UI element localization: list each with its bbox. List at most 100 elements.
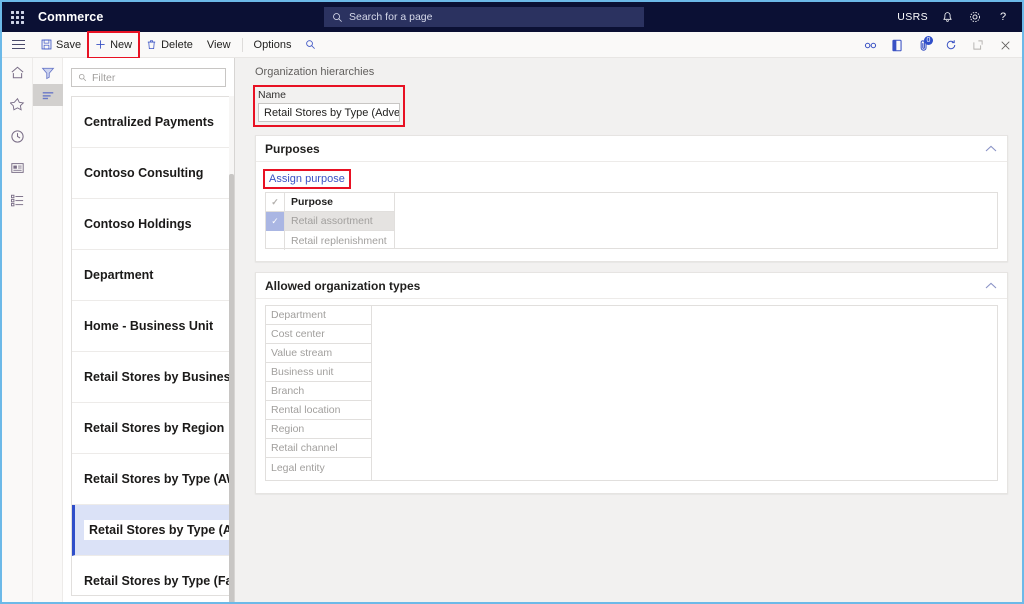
link-icon[interactable] [857,32,883,58]
allowed-types-empty-area [371,306,997,480]
command-bar-divider [241,37,243,52]
command-bar-right-actions: 0 [857,32,1018,58]
star-icon[interactable] [5,94,29,114]
modules-list-icon[interactable] [5,190,29,210]
global-search-input[interactable]: Search for a page [324,7,644,27]
search-icon [78,73,87,82]
options-button[interactable]: Options [247,32,299,58]
allowed-type-row[interactable]: Business unit [266,363,371,382]
command-bar: Save New Delete View Options 0 [2,30,1022,59]
allowed-type-row[interactable]: Cost center [266,325,371,344]
workspaces-icon[interactable] [5,158,29,178]
purposes-grid-row[interactable]: Retail replenishment [266,231,394,250]
attachments-count-badge: 0 [924,36,933,45]
purposes-section-body: Assign purpose ✓ Purpose ✓ Retail assort… [256,162,1007,261]
allowed-types-column: Department Cost center Value stream Busi… [266,306,371,480]
row-checkbox[interactable] [266,231,285,250]
list-item-label: Centralized Payments [84,115,214,129]
purposes-section: Purposes Assign purpose ✓ Purpose ✓ Reta… [255,135,1008,262]
allowed-type-row[interactable]: Region [266,420,371,439]
clock-icon[interactable] [5,126,29,146]
refresh-icon[interactable] [938,32,964,58]
list-scrollbar[interactable] [229,96,234,602]
home-icon[interactable] [5,62,29,82]
allowed-type-row[interactable]: Retail channel [266,439,371,458]
list-item-label: Contoso Holdings [84,217,192,231]
allowed-type-row[interactable]: Value stream [266,344,371,363]
settings-icon[interactable] [962,2,988,32]
attachments-icon[interactable]: 0 [911,32,937,58]
purposes-grid-columns: ✓ Purpose ✓ Retail assortment Retail rep… [266,192,394,250]
close-icon[interactable] [992,32,1018,58]
new-button[interactable]: New [87,30,141,59]
navigation-rail [2,58,33,602]
assign-purpose-button[interactable]: Assign purpose [263,169,351,189]
name-input[interactable]: Retail Stores by Type (Adventur... [258,103,400,122]
purposes-row-label: Retail assortment [291,215,373,227]
purposes-section-header: Purposes [256,136,1007,162]
funnel-filter-icon[interactable] [33,62,63,84]
save-label: Save [56,38,82,51]
list-item[interactable]: Home - Business Unit [72,301,230,352]
breadcrumb: Organization hierarchies [255,66,375,78]
name-field-label: Name [258,89,287,101]
checkmark-icon: ✓ [266,192,285,212]
name-field-highlight: Name Retail Stores by Type (Adventur... [253,85,405,127]
list-item[interactable]: Centralized Payments [72,97,230,148]
notifications-icon[interactable] [934,2,960,32]
app-launcher-icon[interactable] [2,2,32,32]
purposes-title: Purposes [265,141,320,156]
allowed-types-section-body: Department Cost center Value stream Busi… [256,299,1007,493]
save-button[interactable]: Save [34,32,88,58]
allowed-type-row[interactable]: Department [266,306,371,325]
hierarchy-list-pane: Filter Centralized Payments Contoso Cons… [63,58,235,602]
open-in-new-window-icon[interactable] [965,32,991,58]
global-search-placeholder: Search for a page [349,11,433,23]
purposes-grid-empty-area [394,193,997,248]
plus-icon [95,39,106,50]
list-item[interactable]: Retail Stores by Region [72,403,230,454]
chevron-up-icon[interactable] [985,282,997,289]
list-item[interactable]: Retail Stores by Business Unit [72,352,230,403]
office-app-icon[interactable] [884,32,910,58]
list-item-label: Retail Stores by Type (AW) [84,472,230,486]
list-view-icon[interactable] [32,84,63,106]
purposes-grid: ✓ Purpose ✓ Retail assortment Retail rep… [265,192,998,250]
save-disk-icon [41,39,52,50]
list-scrollbar-thumb[interactable] [229,174,234,602]
filter-input[interactable]: Filter [71,68,226,87]
chevron-up-icon[interactable] [985,145,997,152]
search-icon [333,12,342,22]
list-item[interactable]: Retail Stores by Type (AW) [72,454,230,505]
app-title: Commerce [38,10,104,24]
delete-label: Delete [161,38,193,51]
purposes-row-label: Retail replenishment [291,234,387,247]
options-label: Options [253,38,292,51]
allowed-types-title: Allowed organization types [265,278,421,293]
trash-icon [146,39,157,50]
list-item[interactable]: Department [72,250,230,301]
help-icon[interactable]: ? [990,2,1016,32]
application-window: Commerce Search for a page USRS ? Save N… [0,0,1024,604]
purposes-column-header: Purpose [291,196,334,208]
allowed-type-row[interactable]: Legal entity [266,458,371,477]
hierarchy-list: Centralized Payments Contoso Consulting … [71,96,230,596]
list-item[interactable]: Retail Stores by Type (Fabrik.. [72,556,230,595]
command-search-button[interactable] [298,32,323,58]
list-item[interactable]: Contoso Consulting [72,148,230,199]
hamburger-menu-icon[interactable] [2,32,34,58]
row-checkmark-icon[interactable]: ✓ [266,211,285,231]
user-initials[interactable]: USRS [893,2,932,32]
list-item-label: Contoso Consulting [84,166,204,180]
allowed-types-grid: Department Cost center Value stream Busi… [265,305,998,481]
list-tools-rail [32,58,63,602]
allowed-type-row[interactable]: Rental location [266,401,371,420]
top-bar-right-actions: USRS ? [893,2,1016,32]
view-button[interactable]: View [200,32,238,58]
list-item[interactable]: Contoso Holdings [72,199,230,250]
purposes-grid-row-selected[interactable]: ✓ Retail assortment [266,211,394,231]
allowed-type-row[interactable]: Branch [266,382,371,401]
delete-button[interactable]: Delete [139,32,200,58]
purposes-grid-header-row: ✓ Purpose [266,192,394,212]
list-item-selected[interactable]: Retail Stores by Type (Advent [72,505,230,556]
